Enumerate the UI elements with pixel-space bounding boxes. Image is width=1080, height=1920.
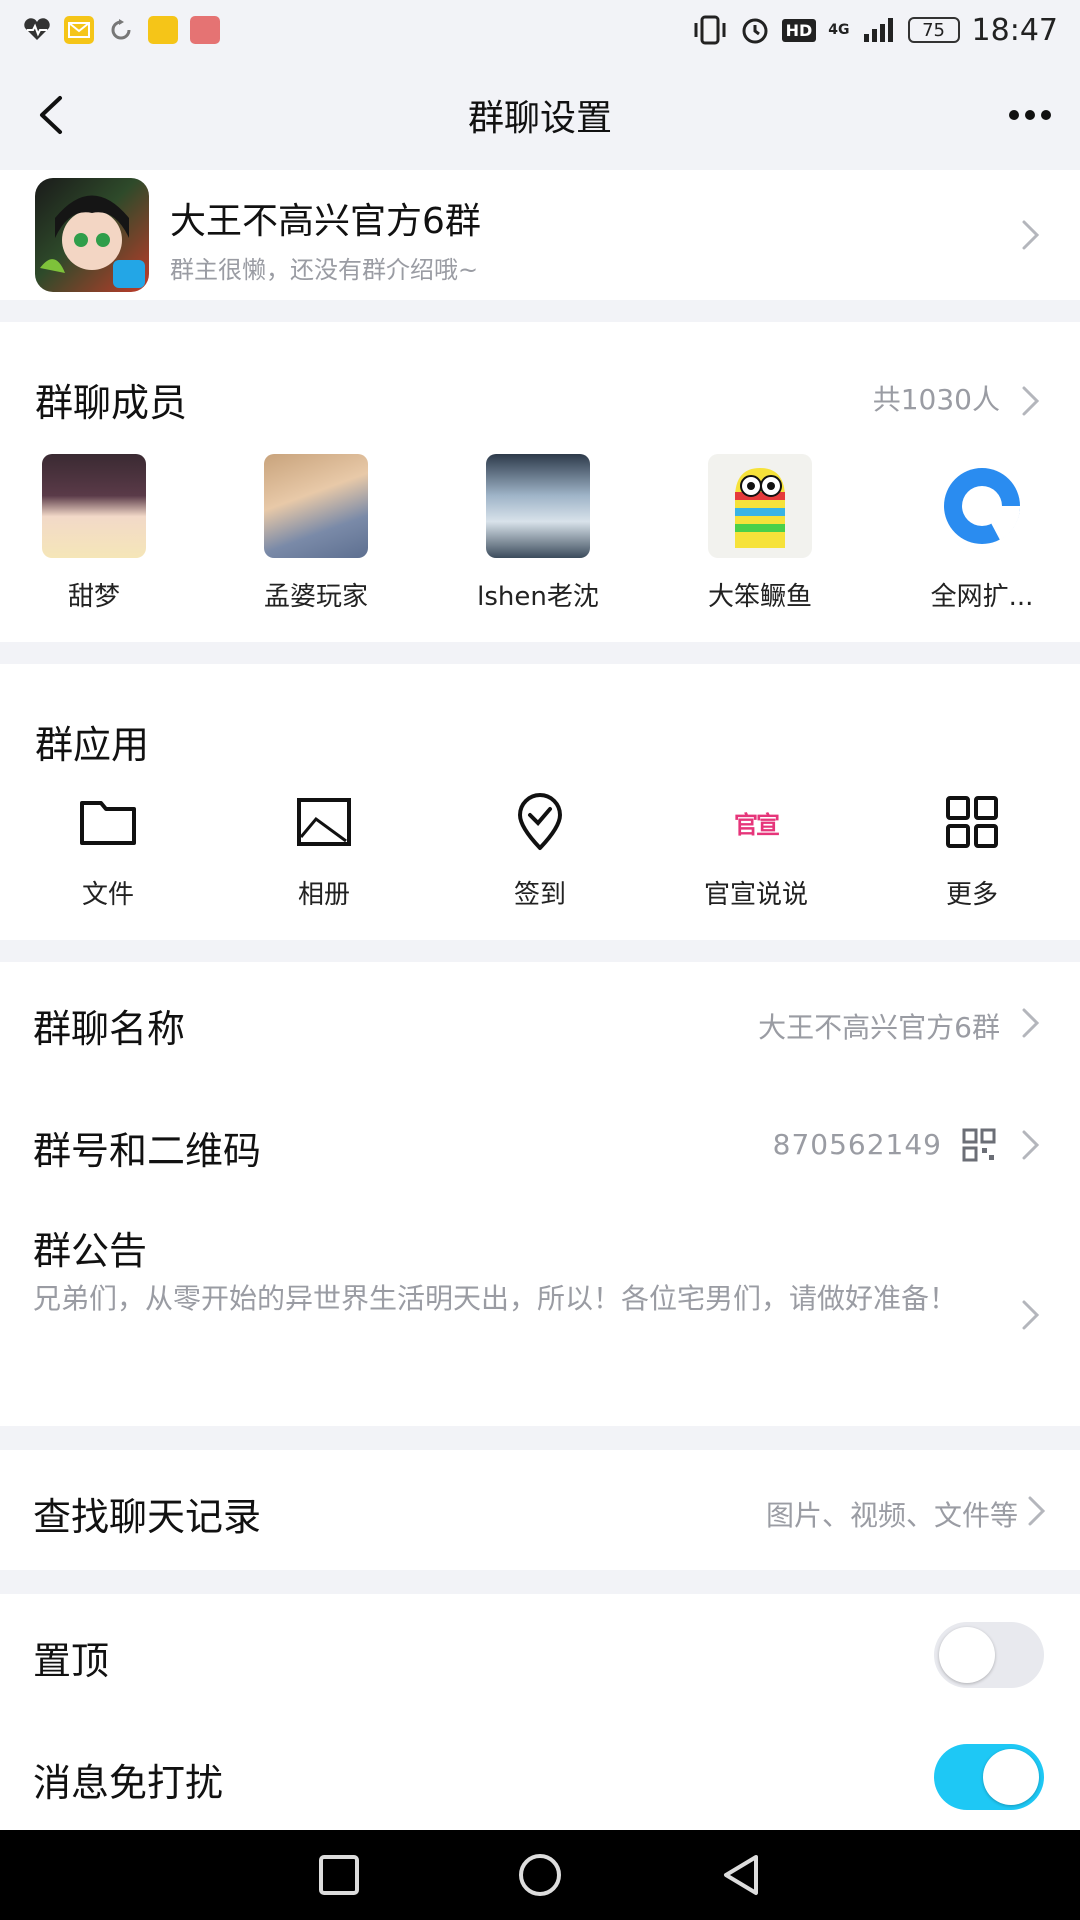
member-item[interactable]: 全网扩... bbox=[882, 454, 1080, 613]
app-album[interactable]: 相册 bbox=[224, 792, 424, 911]
navigation-bar: 群聊设置 bbox=[0, 60, 1080, 170]
chevron-right-icon bbox=[1028, 1496, 1046, 1526]
chevron-right-icon bbox=[1022, 1008, 1040, 1038]
app-label: 更多 bbox=[945, 880, 998, 910]
dot-icon bbox=[1041, 110, 1051, 120]
sync-icon bbox=[106, 16, 136, 44]
group-profile-row[interactable]: 大王不高兴官方6群 群主很懒，还没有群介绍哦~ bbox=[0, 170, 1080, 300]
member-item[interactable]: 甜梦 bbox=[0, 454, 194, 613]
members-title: 群聊成员 bbox=[35, 381, 188, 425]
system-back-button[interactable] bbox=[718, 1852, 764, 1898]
toggle-knob bbox=[983, 1749, 1039, 1805]
toggle-settings-section: 置顶 消息免打扰 bbox=[0, 1594, 1080, 1830]
member-avatar bbox=[486, 454, 590, 558]
group-notice-row[interactable]: 群公告 兄弟们，从零开始的异世界生活明天出，所以！各位宅男们，请做好准备！ bbox=[0, 1204, 1080, 1426]
member-avatar bbox=[42, 454, 146, 558]
app-label: 签到 bbox=[513, 880, 566, 910]
qr-code-icon bbox=[962, 1128, 996, 1162]
member-item[interactable]: lshen老沈 bbox=[438, 454, 638, 613]
more-options-button[interactable] bbox=[1000, 90, 1060, 140]
mail-icon bbox=[64, 16, 94, 44]
status-left-icons bbox=[22, 16, 220, 44]
status-right: HD 4G 75 18:47 bbox=[692, 13, 1058, 48]
home-button[interactable] bbox=[517, 1852, 563, 1898]
checkin-icon bbox=[510, 792, 570, 852]
heart-rate-icon bbox=[22, 16, 52, 44]
apps-title: 群应用 bbox=[35, 723, 150, 767]
chevron-right-icon bbox=[1022, 220, 1040, 250]
news-icon bbox=[148, 16, 178, 44]
group-info-section: 群聊名称 大王不高兴官方6群 群号和二维码 870562149 群公告 兄弟们，… bbox=[0, 962, 1080, 1426]
member-name: 全网扩... bbox=[930, 582, 1034, 612]
toggle-knob bbox=[939, 1627, 995, 1683]
status-bar: HD 4G 75 18:47 bbox=[0, 0, 1080, 60]
back-arrow-icon bbox=[40, 96, 62, 134]
hd-badge: HD bbox=[781, 18, 817, 42]
network-type: 4G bbox=[828, 22, 850, 38]
group-avatar bbox=[35, 178, 149, 292]
app-files[interactable]: 文件 bbox=[8, 792, 208, 911]
dot-icon bbox=[1009, 110, 1019, 120]
back-button[interactable] bbox=[30, 90, 80, 140]
do-not-disturb-toggle[interactable] bbox=[934, 1744, 1044, 1810]
member-avatar bbox=[930, 454, 1034, 558]
app-label: 官宣说说 bbox=[703, 880, 808, 910]
member-avatar bbox=[264, 454, 368, 558]
group-notice-text: 兄弟们，从零开始的异世界生活明天出，所以！各位宅男们，请做好准备！ bbox=[33, 1282, 958, 1315]
app-checkin[interactable]: 签到 bbox=[440, 792, 640, 911]
album-icon bbox=[294, 792, 354, 852]
row-label: 消息免打扰 bbox=[33, 1761, 224, 1805]
app-label: 文件 bbox=[81, 880, 134, 910]
mute-row: 消息免打扰 bbox=[0, 1716, 1080, 1830]
members-section: 群聊成员 共1030人 甜梦 孟婆玩家 lshen老沈 大笨鳜鱼 全网扩... bbox=[0, 322, 1080, 642]
alarm-icon bbox=[742, 18, 768, 44]
bilibili-badge-icon bbox=[113, 260, 145, 288]
member-name: 大笨鳜鱼 bbox=[707, 582, 812, 612]
row-label: 查找聊天记录 bbox=[33, 1495, 262, 1539]
battery-indicator: 75 bbox=[907, 17, 960, 43]
pin-row: 置顶 bbox=[0, 1594, 1080, 1716]
system-navigation-bar bbox=[0, 1830, 1080, 1920]
row-label: 群号和二维码 bbox=[33, 1129, 262, 1173]
members-count[interactable]: 共1030人 bbox=[873, 378, 1000, 418]
row-value: 大王不高兴官方6群 bbox=[758, 1011, 1000, 1044]
group-name-row[interactable]: 群聊名称 大王不高兴官方6群 bbox=[0, 962, 1080, 1082]
chevron-right-icon[interactable] bbox=[1020, 384, 1042, 418]
group-apps-section: 群应用 文件 相册 签到 官宣 官宣说说 更多 bbox=[0, 664, 1080, 940]
member-avatar bbox=[708, 454, 812, 558]
member-name: lshen老沈 bbox=[477, 582, 599, 612]
announcement-badge-icon: 官宣 bbox=[734, 810, 780, 839]
member-name: 孟婆玩家 bbox=[263, 582, 368, 612]
group-intro: 群主很懒，还没有群介绍哦~ bbox=[170, 256, 479, 284]
recent-apps-button[interactable] bbox=[316, 1852, 362, 1898]
clock: 18:47 bbox=[971, 12, 1058, 48]
app-more[interactable]: 更多 bbox=[872, 792, 1072, 911]
search-history-row[interactable]: 查找聊天记录 图片、视频、文件等 bbox=[0, 1450, 1080, 1570]
row-label: 置顶 bbox=[33, 1639, 110, 1683]
grid-icon bbox=[942, 792, 1002, 852]
group-settings-page: HD 4G 75 18:47 群聊设置 大王不高兴官方6群 群主很懒，还没有群介… bbox=[0, 0, 1080, 1920]
vibrate-icon bbox=[694, 15, 726, 45]
signal-icon bbox=[863, 18, 893, 42]
row-value: 图片、视频、文件等 bbox=[765, 1499, 1018, 1532]
row-label: 群公告 bbox=[33, 1229, 148, 1273]
chevron-right-icon bbox=[1022, 1300, 1040, 1330]
group-number: 870562149 bbox=[772, 1128, 942, 1161]
member-item[interactable]: 大笨鳜鱼 bbox=[660, 454, 860, 613]
page-title: 群聊设置 bbox=[467, 98, 612, 139]
app-announcement[interactable]: 官宣 官宣说说 bbox=[656, 792, 856, 911]
app-label: 相册 bbox=[297, 880, 350, 910]
group-name: 大王不高兴官方6群 bbox=[170, 201, 481, 242]
chevron-right-icon bbox=[1022, 1130, 1040, 1160]
app-icon bbox=[190, 16, 220, 44]
row-label: 群聊名称 bbox=[33, 1007, 186, 1051]
member-name: 甜梦 bbox=[67, 582, 120, 612]
dot-icon bbox=[1025, 110, 1035, 120]
pin-toggle[interactable] bbox=[934, 1622, 1044, 1688]
member-item[interactable]: 孟婆玩家 bbox=[216, 454, 416, 613]
folder-icon bbox=[78, 792, 138, 852]
group-number-row[interactable]: 群号和二维码 870562149 bbox=[0, 1082, 1080, 1204]
